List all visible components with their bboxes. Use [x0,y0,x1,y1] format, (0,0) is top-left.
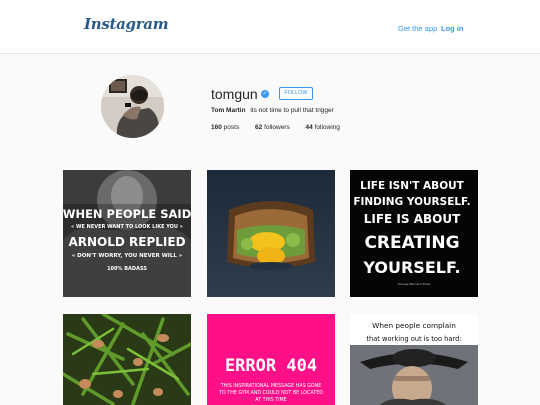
posts-label: posts [223,124,240,131]
post-5-title: ERROR 404 [225,356,317,376]
post-6-line-2: that working out is too hard: [366,335,461,343]
profile-avatar[interactable] [101,75,164,138]
post-6-line-1: When people complain [372,321,456,330]
verified-badge-icon: ✓ [261,90,269,98]
profile-username: tomgun [211,86,258,102]
followers-count: 62 [255,124,263,131]
post-1-line-2: « WE NEVER WANT TO LOOK LIKE YOU » [71,224,183,230]
followers-label: followers [264,124,290,131]
post-3-line-4: CREATING [364,233,459,253]
post-image [63,314,191,405]
post-1-line-1: WHEN PEOPLE SAID [63,207,191,221]
top-navigation-bar: Instagram Get the app Log in [0,0,540,54]
post-image [207,170,335,297]
post-5-line-2: TO THE GYM AND COULD NOT BE LOCATED [218,390,323,396]
get-the-app-link[interactable]: Get the app [398,24,437,33]
instagram-logo[interactable]: Instagram [84,15,169,33]
post-3-line-2: FINDING YOURSELF. [353,196,470,208]
post-image: WHEN PEOPLE SAID « WE NEVER WANT TO LOOK… [63,170,191,297]
post-thumbnail[interactable]: LIFE ISN'T ABOUT FINDING YOURSELF. LIFE … [350,170,478,297]
post-1-line-4: « DON'T WORRY, YOU NEVER WILL » [72,253,183,259]
log-in-link[interactable]: Log in [441,24,464,33]
posts-stat: 160 posts [211,124,239,131]
followers-stat[interactable]: 62 followers [255,124,290,131]
post-thumbnail[interactable]: ERROR 404 THIS INSPIRATIONAL MESSAGE HAS… [207,314,335,405]
post-3-line-1: LIFE ISN'T ABOUT [360,180,464,192]
post-3-line-3: LIFE IS ABOUT [364,212,461,226]
post-image: ERROR 404 THIS INSPIRATIONAL MESSAGE HAS… [207,314,335,405]
follow-button[interactable]: FOLLOW [279,87,313,100]
profile-bio: Tom Martin its not time to pull that tri… [211,107,334,114]
post-thumbnail[interactable] [207,170,335,297]
post-5-line-1: THIS INSPIRATIONAL MESSAGE HAS GONE [220,383,322,389]
post-5-line-3: AT THIS TIME [255,397,286,403]
post-image: LIFE ISN'T ABOUT FINDING YOURSELF. LIFE … [350,170,478,297]
post-3-credit: George Bernard Shaw [398,282,431,286]
post-1-line-3: ARNOLD REPLIED [68,235,185,249]
following-count: 44 [305,124,313,131]
avatar-photo [101,75,164,138]
post-thumbnail[interactable]: WHEN PEOPLE SAID « WE NEVER WANT TO LOOK… [63,170,191,297]
following-stat[interactable]: 44 following [306,124,340,131]
post-thumbnail[interactable]: When people complain that working out is… [350,314,478,405]
profile-stats: 160 posts 62 followers 44 following [211,124,354,131]
post-3-line-5: YOURSELF. [362,258,460,277]
following-label: following [314,124,340,131]
post-image: When people complain that working out is… [350,314,478,405]
posts-count: 160 [211,124,222,131]
post-thumbnail[interactable] [63,314,191,405]
post-1-line-5: 100% BADASS [107,266,147,272]
profile-bio-text: its not time to pull that trigger [250,107,334,114]
profile-full-name: Tom Martin [211,107,246,114]
